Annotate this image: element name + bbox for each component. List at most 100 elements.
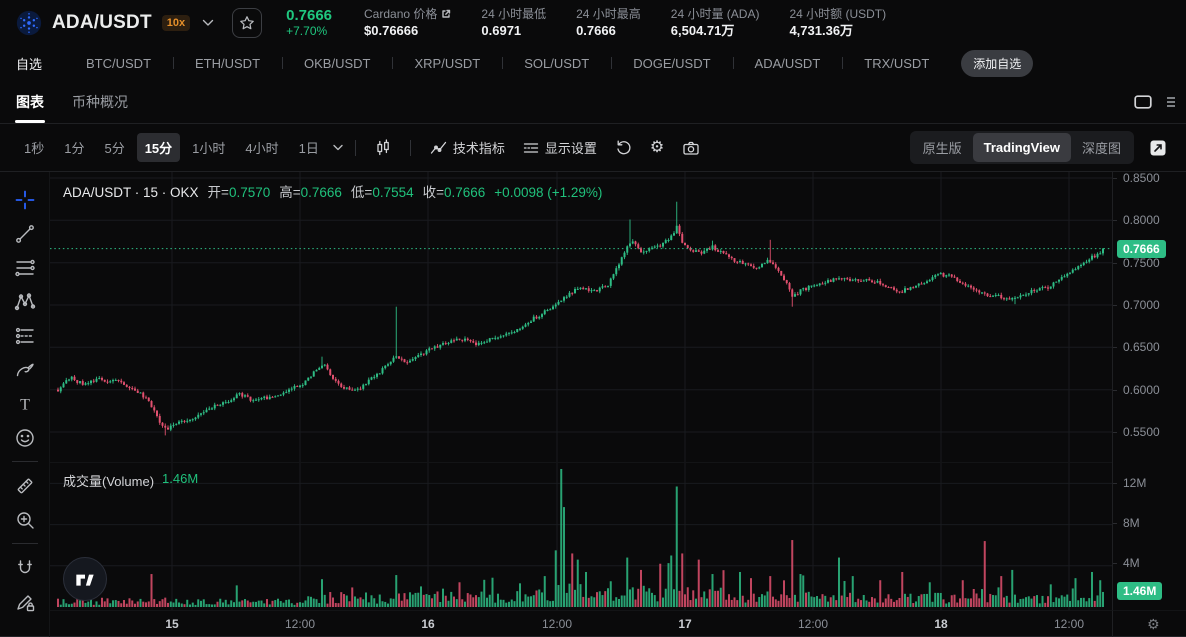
screenshot-button[interactable] xyxy=(675,135,707,161)
pair-tab-btc[interactable]: BTC/USDT xyxy=(64,56,173,71)
fib-retracement-icon xyxy=(14,257,36,279)
stat-24h-turnover-usdt: 24 小时额 (USDT) 4,731.36万 xyxy=(789,6,886,40)
tab-coin-overview[interactable]: 币种概况 xyxy=(72,80,128,123)
timeframe-15m[interactable]: 15分 xyxy=(137,133,180,162)
chart-settings-button[interactable]: ⚙ xyxy=(643,135,671,161)
watchlist-tab[interactable]: 自选 xyxy=(16,54,42,73)
display-settings-icon xyxy=(523,141,539,155)
display-settings-button[interactable]: 显示设置 xyxy=(516,133,604,162)
indicators-icon xyxy=(430,140,447,155)
lock-drawings-tool[interactable] xyxy=(8,586,42,617)
time-tick: 16 xyxy=(421,617,434,631)
axis-gear-icon[interactable]: ⚙ xyxy=(1147,617,1160,631)
camera-icon xyxy=(682,140,700,156)
timeframe-chevron-down-icon[interactable] xyxy=(333,144,343,151)
projection-tool[interactable] xyxy=(8,320,42,351)
timeframe-1h[interactable]: 1小时 xyxy=(184,133,233,162)
toolbar-divider xyxy=(410,140,411,156)
fib-retracement-tool[interactable] xyxy=(8,252,42,283)
text-tool[interactable]: T xyxy=(8,388,42,419)
ada-logo-icon xyxy=(16,10,42,36)
favorite-star-button[interactable] xyxy=(232,8,262,38)
chart-toolbar: 1秒 1分 5分 15分 1小时 4小时 1日 技术指标 xyxy=(0,124,1186,172)
time-tick: 17 xyxy=(678,617,691,631)
reset-chart-button[interactable] xyxy=(608,134,639,161)
pair-tab-okb[interactable]: OKB/USDT xyxy=(282,56,392,71)
last-price-badge: 0.7666 xyxy=(1117,240,1166,258)
time-tick: 15 xyxy=(165,617,178,631)
header-stats: Cardano 价格 $0.76666 24 小时最低 0.6971 24 小时… xyxy=(364,6,886,40)
trendline-tool[interactable] xyxy=(8,218,42,249)
pair-tab-xrp[interactable]: XRP/USDT xyxy=(392,56,502,71)
mode-tradingview[interactable]: TradingView xyxy=(973,133,1071,162)
chart-area: T xyxy=(0,172,1186,637)
pair-tab-eth[interactable]: ETH/USDT xyxy=(173,56,282,71)
volume-tick: 12M xyxy=(1123,476,1146,490)
trendline-icon xyxy=(14,223,36,245)
volume-tick: 4M xyxy=(1123,556,1140,570)
projection-icon xyxy=(14,325,36,347)
indicators-button[interactable]: 技术指标 xyxy=(423,133,512,162)
timeframe-1m[interactable]: 1分 xyxy=(56,133,92,162)
pair-title: ADA/USDT xyxy=(52,12,152,34)
timeframe-1s[interactable]: 1秒 xyxy=(16,133,52,162)
price-chart-pane[interactable]: ADA/USDT · 15 · OKX 开=0.7570 高=0.7666 低=… xyxy=(50,172,1112,462)
timeframe-5m[interactable]: 5分 xyxy=(96,133,132,162)
last-price: 0.7666 xyxy=(286,7,332,24)
pencil-lock-icon xyxy=(14,591,36,613)
restore-icon xyxy=(615,139,632,156)
price-axis[interactable]: 0.8500 0.8000 0.7500 0.7000 0.6500 0.600… xyxy=(1112,172,1186,610)
crosshair-icon xyxy=(14,189,36,211)
view-tabs: 图表 币种概况 xyxy=(0,80,1186,124)
stat-24h-volume-ada: 24 小时量 (ADA) 6,504.71万 xyxy=(671,6,760,40)
expand-icon xyxy=(1149,139,1167,157)
trading-app: ADA/USDT 10x 0.7666 +7.70% Cardano 价格 $0… xyxy=(0,0,1186,637)
candlestick-icon xyxy=(375,139,391,157)
external-link-icon[interactable] xyxy=(441,9,451,19)
volume-tick: 8M xyxy=(1123,516,1140,530)
time-tick: 18 xyxy=(934,617,947,631)
volume-pane[interactable]: 成交量(Volume) 1.46M xyxy=(50,462,1112,610)
ruler-tool[interactable] xyxy=(8,470,42,501)
emoji-icon xyxy=(14,427,36,449)
tab-chart[interactable]: 图表 xyxy=(16,80,44,123)
toolbar-divider xyxy=(355,140,356,156)
candle-style-button[interactable] xyxy=(368,134,398,162)
ohlc-legend: ADA/USDT · 15 · OKX 开=0.7570 高=0.7666 低=… xyxy=(63,181,602,201)
timeframe-1d[interactable]: 1日 xyxy=(291,133,327,162)
magnet-tool[interactable] xyxy=(8,552,42,583)
brush-tool[interactable] xyxy=(8,354,42,385)
star-icon xyxy=(239,15,255,31)
gear-icon: ⚙ xyxy=(650,140,664,156)
mode-depth[interactable]: 深度图 xyxy=(1071,133,1132,162)
more-menu-icon[interactable] xyxy=(1166,95,1176,109)
time-tick: 12:00 xyxy=(285,617,315,631)
add-watchlist-button[interactable]: 添加自选 xyxy=(961,50,1033,77)
pair-tab-doge[interactable]: DOGE/USDT xyxy=(611,56,732,71)
drawing-toolbar: T xyxy=(0,172,50,637)
header: ADA/USDT 10x 0.7666 +7.70% Cardano 价格 $0… xyxy=(0,0,1186,46)
ruler-icon xyxy=(14,475,36,497)
volume-legend: 成交量(Volume) 1.46M xyxy=(63,471,198,490)
zoom-in-tool[interactable] xyxy=(8,504,42,535)
mode-native[interactable]: 原生版 xyxy=(912,133,973,162)
svg-text:T: T xyxy=(20,396,30,413)
emoji-tool[interactable] xyxy=(8,422,42,453)
axis-settings-corner: ⚙ xyxy=(1112,610,1186,637)
xabcd-pattern-tool[interactable] xyxy=(8,286,42,317)
fullscreen-button[interactable] xyxy=(1146,136,1170,160)
last-volume-badge: 1.46M xyxy=(1117,582,1162,600)
chart-mode-switcher: 原生版 TradingView 深度图 xyxy=(910,131,1134,164)
timeframe-4h[interactable]: 4小时 xyxy=(237,133,286,162)
toolbar-divider xyxy=(12,461,38,462)
pair-tab-trx[interactable]: TRX/USDT xyxy=(842,56,951,71)
time-tick: 12:00 xyxy=(798,617,828,631)
window-layout-icon[interactable] xyxy=(1134,95,1152,109)
time-axis[interactable]: 15 12:00 16 12:00 17 12:00 18 12:00 xyxy=(50,610,1112,637)
pair-tab-sol[interactable]: SOL/USDT xyxy=(502,56,611,71)
pair-chevron-down-icon[interactable] xyxy=(202,19,214,27)
pair-tab-ada[interactable]: ADA/USDT xyxy=(733,56,843,71)
crosshair-tool[interactable] xyxy=(8,184,42,215)
toolbar-divider xyxy=(12,543,38,544)
price-tick: 0.6500 xyxy=(1123,340,1160,354)
